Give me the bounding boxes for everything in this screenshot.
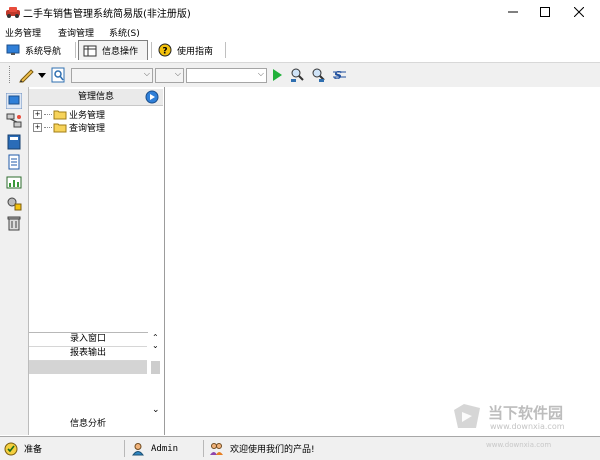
- monitor-icon: [6, 44, 20, 55]
- tree-label: 查询管理: [69, 124, 106, 134]
- trash-icon[interactable]: [6, 215, 22, 231]
- tab-label: 系统导航: [25, 46, 62, 57]
- help-icon: ?: [158, 43, 172, 57]
- panel-title: 管理信息: [77, 92, 114, 102]
- tab-info-ops[interactable]: 信息操作: [78, 40, 148, 60]
- tab-system-nav[interactable]: 系统导航: [6, 40, 61, 60]
- menu-query[interactable]: 查询管理: [58, 26, 94, 39]
- tab-separator: [75, 42, 76, 58]
- watermark-url: www.downxia.com: [490, 422, 565, 431]
- tree-item-query[interactable]: + 查询管理: [33, 121, 105, 134]
- dropdown-arrow-icon[interactable]: [38, 73, 46, 79]
- menu-business[interactable]: 业务管理: [5, 26, 41, 39]
- operator-combo[interactable]: ⌵: [155, 68, 184, 83]
- pencil-icon[interactable]: [18, 67, 36, 83]
- list-item-input-window[interactable]: 录入窗口: [29, 333, 147, 347]
- tab-guide[interactable]: ? 使用指南: [158, 40, 213, 60]
- scroll-thumb[interactable]: [151, 361, 160, 374]
- main-content-area[interactable]: 当下软件园 www.downxia.com: [165, 87, 600, 435]
- folder-icon: [53, 110, 67, 120]
- tab-bar: 系统导航 信息操作 ? 使用指南: [0, 39, 600, 61]
- watermark-logo-icon: [454, 404, 480, 428]
- book-icon[interactable]: [6, 134, 22, 150]
- status-ready-text: 准备: [24, 445, 43, 455]
- tree-line: [44, 114, 52, 115]
- run-icon[interactable]: [271, 68, 283, 82]
- status-message-text: 欢迎使用我们的产品!: [230, 445, 315, 455]
- field-combo[interactable]: ⌵: [71, 68, 153, 83]
- tab-separator: [225, 42, 226, 58]
- document-icon[interactable]: [6, 154, 22, 170]
- table-icon: [83, 45, 97, 56]
- collapse-icon[interactable]: [145, 90, 159, 104]
- scroll-down-arrow-icon[interactable]: ⌄: [152, 405, 160, 415]
- status-message: 欢迎使用我们的产品!: [209, 440, 315, 457]
- users-icon: [210, 442, 223, 455]
- user-icon: [132, 442, 144, 455]
- watermark-brand: 当下软件园: [488, 404, 564, 422]
- list-item-report-output[interactable]: 报表输出: [29, 347, 147, 361]
- status-ready: 准备: [4, 440, 42, 457]
- maximize-icon: [540, 7, 550, 17]
- search-icon[interactable]: [51, 67, 66, 83]
- title-bar: 二手车销售管理系统简易版(非注册版): [0, 0, 600, 24]
- toolbar-grip: [9, 66, 12, 83]
- status-user-text: Admin: [151, 443, 179, 454]
- status-bar: 准备 Admin 欢迎使用我们的产品! www.downxia.com: [0, 436, 600, 460]
- svg-text:S: S: [334, 69, 342, 82]
- toolbar: ⌵ ⌵ ⌵ S: [0, 62, 600, 88]
- find-prev-icon[interactable]: [311, 67, 326, 83]
- window-title: 二手车销售管理系统简易版(非注册版): [23, 9, 191, 20]
- menu-system[interactable]: 系统(S): [109, 26, 140, 39]
- value-combo[interactable]: ⌵: [186, 68, 267, 83]
- sort-icon[interactable]: S: [332, 68, 347, 82]
- status-separator: [124, 440, 125, 457]
- tree-line: [44, 127, 52, 128]
- tab-separator: [151, 42, 152, 58]
- scroll-down-icon[interactable]: ⌄: [152, 341, 159, 350]
- minimize-button[interactable]: [497, 0, 529, 24]
- left-icon-strip: [0, 87, 29, 435]
- status-ok-icon: [4, 442, 18, 455]
- tree-item-business[interactable]: + 业务管理: [33, 108, 105, 121]
- settings-icon[interactable]: [6, 195, 22, 211]
- function-list: 录入窗口 报表输出 信息分析 ⌃ ⌄ ⌄: [29, 332, 163, 435]
- svg-text:?: ?: [162, 47, 167, 57]
- management-panel: 管理信息 + 业务管理 + 查询管理 录入窗口 报表输出 信息分析 ⌃ ⌄ ⌄: [29, 87, 165, 435]
- list-item-info-analysis[interactable]: 信息分析: [29, 418, 147, 431]
- network-icon[interactable]: [6, 113, 22, 129]
- close-icon: [574, 7, 584, 17]
- car-icon: [6, 7, 20, 18]
- menu-bar: 业务管理 查询管理 系统(S): [0, 24, 600, 39]
- minimize-icon: [508, 11, 518, 13]
- list-item-selected[interactable]: [29, 361, 147, 374]
- watermark-url-footer: www.downxia.com: [486, 441, 552, 449]
- tree-label: 业务管理: [69, 111, 106, 121]
- expand-icon[interactable]: +: [33, 110, 42, 119]
- monitor-icon[interactable]: [6, 93, 22, 109]
- tab-label: 信息操作: [102, 47, 139, 57]
- find-next-icon[interactable]: [290, 67, 305, 83]
- close-button[interactable]: [563, 0, 595, 24]
- expand-icon[interactable]: +: [33, 123, 42, 132]
- status-user: Admin: [131, 440, 178, 457]
- tab-label: 使用指南: [177, 46, 214, 57]
- maximize-button[interactable]: [529, 0, 561, 24]
- status-separator: [203, 440, 204, 457]
- folder-icon: [53, 123, 67, 133]
- panel-header: 管理信息: [29, 89, 163, 106]
- chart-icon[interactable]: [6, 175, 22, 191]
- list-scrollbar[interactable]: ⌃ ⌄ ⌄: [148, 332, 163, 420]
